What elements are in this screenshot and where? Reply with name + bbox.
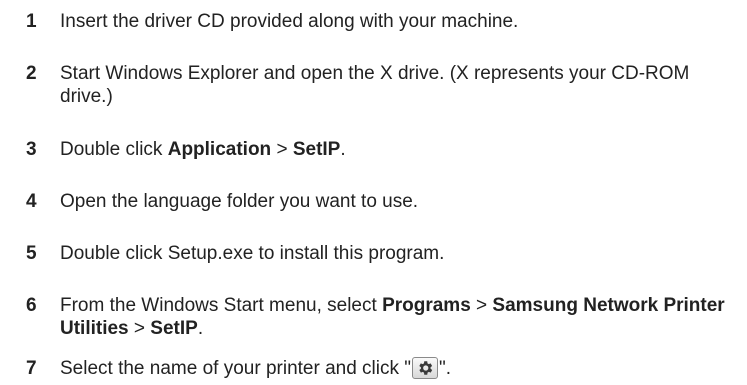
step-2: 2 Start Windows Explorer and open the X … (0, 62, 747, 108)
menu-separator: > (470, 295, 493, 316)
step-text-part: . (197, 318, 204, 339)
step-text: Open the language folder you want to use… (60, 190, 747, 213)
step-text: Insert the driver CD provided along with… (60, 10, 747, 33)
gear-icon (419, 361, 433, 375)
step-text-part: ". (439, 358, 452, 379)
menu-separator: > (128, 318, 151, 339)
step-text: From the Windows Start menu, select Prog… (60, 294, 747, 340)
step-number: 3 (26, 139, 37, 160)
step-number: 5 (26, 243, 37, 264)
menu-separator: > (271, 139, 293, 160)
step-number: 4 (26, 191, 37, 212)
step-3: 3 Double click Application > SetIP. (0, 138, 747, 161)
step-number: 1 (26, 11, 37, 32)
step-text: Select the name of your printer and clic… (60, 357, 747, 380)
step-number: 7 (26, 358, 37, 379)
step-text-part: Open the language folder you want to use… (60, 191, 419, 212)
step-text-part: Insert the driver CD provided along with… (60, 11, 519, 32)
menu-item-programs: Programs (382, 295, 471, 316)
step-text-part: Double click (60, 139, 168, 160)
step-text-part: Double click Setup.exe to install this p… (60, 243, 445, 264)
step-text-part: . (340, 139, 346, 160)
menu-item-setip: SetIP (292, 139, 341, 160)
step-4: 4 Open the language folder you want to u… (0, 190, 747, 213)
step-number: 6 (26, 295, 37, 316)
step-text: Double click Setup.exe to install this p… (60, 242, 747, 265)
step-1: 1 Insert the driver CD provided along wi… (0, 10, 747, 33)
settings-button[interactable] (412, 357, 439, 379)
step-6: 6 From the Windows Start menu, select Pr… (0, 294, 747, 340)
menu-item-setip: SetIP (150, 318, 198, 339)
step-number: 2 (26, 63, 37, 84)
step-7: 7 Select the name of your printer and cl… (0, 357, 747, 380)
step-text: Start Windows Explorer and open the X dr… (60, 62, 747, 108)
step-text: Double click Application > SetIP. (60, 138, 747, 161)
menu-item-application: Application (167, 139, 272, 160)
step-text-part: From the Windows Start menu, select (60, 295, 383, 316)
step-text-part: Start Windows Explorer and open the X dr… (60, 63, 690, 107)
step-5: 5 Double click Setup.exe to install this… (0, 242, 747, 265)
step-text-part: Select the name of your printer and clic… (60, 358, 412, 379)
